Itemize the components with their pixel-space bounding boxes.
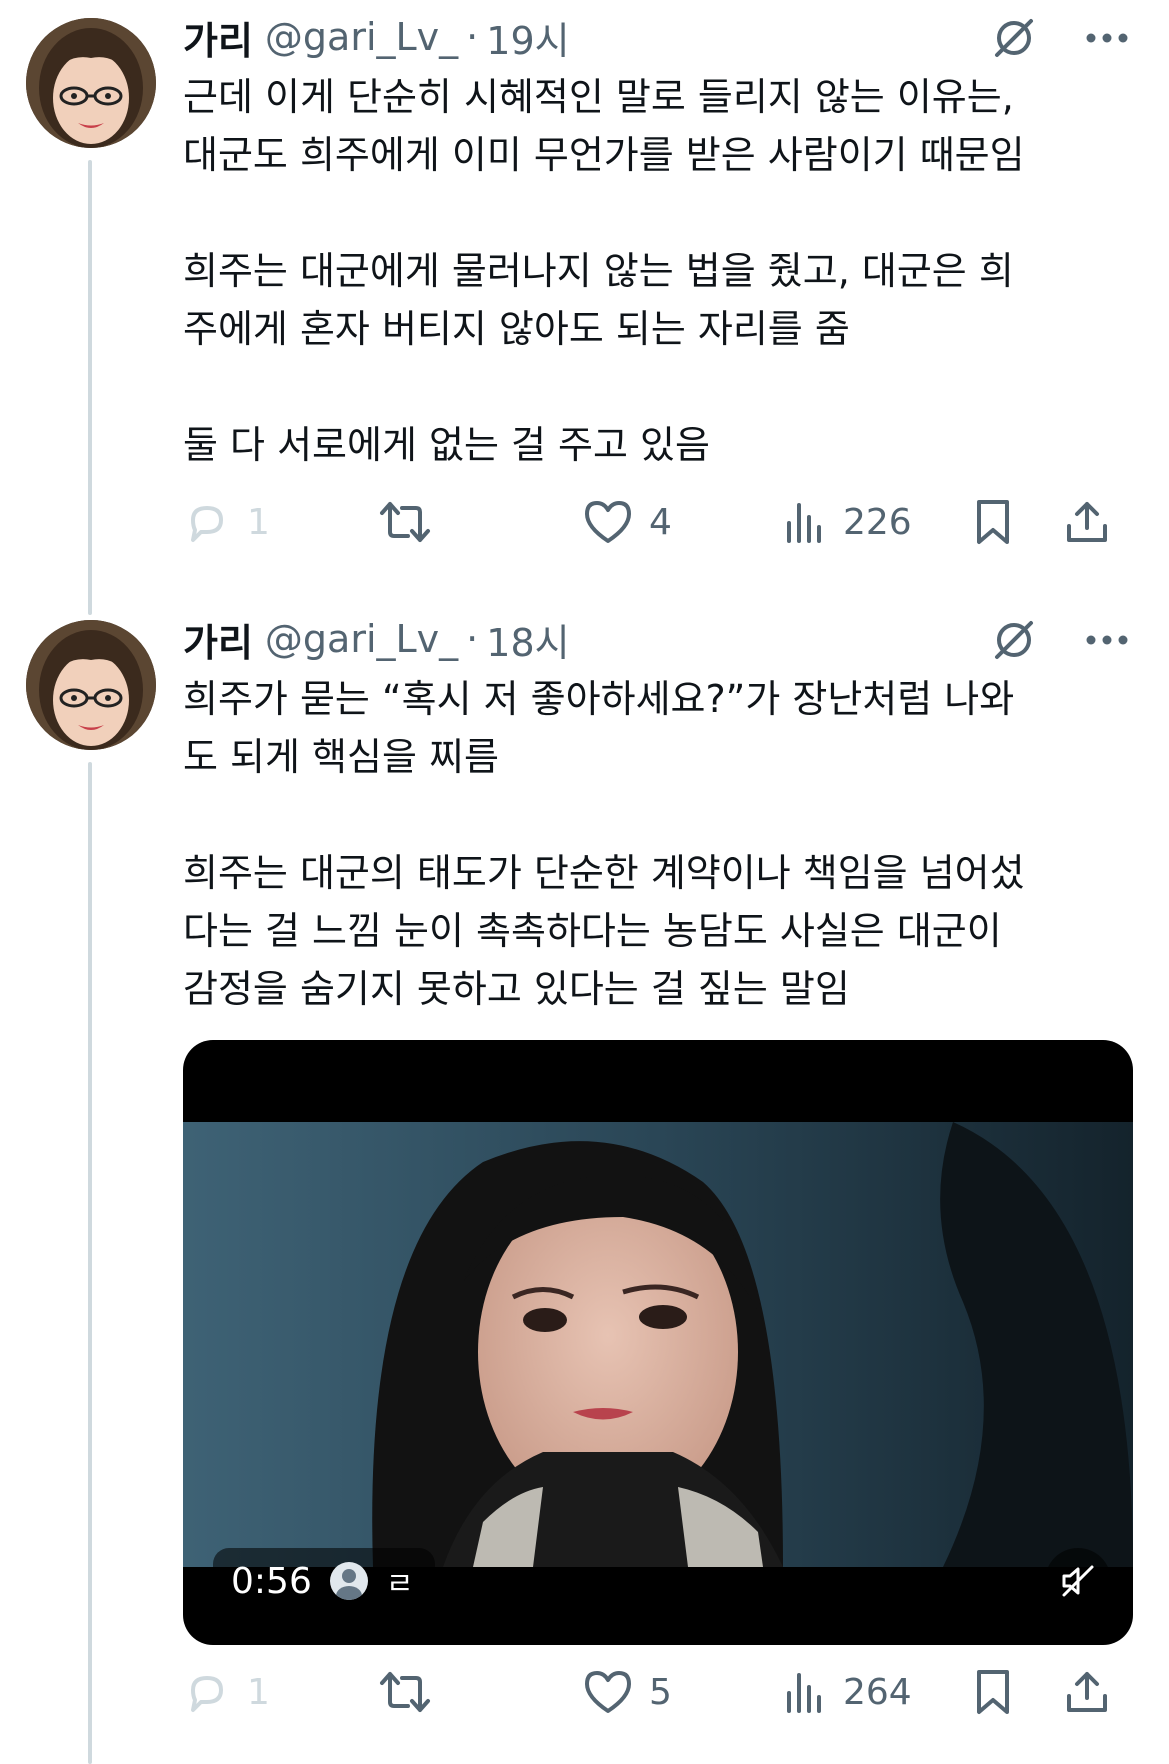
reply-icon bbox=[191, 1676, 223, 1712]
bookmark-icon bbox=[977, 500, 1009, 544]
timestamp[interactable]: 19시 bbox=[486, 10, 569, 65]
avatar[interactable] bbox=[26, 18, 156, 148]
view-count: 264 bbox=[843, 1671, 912, 1713]
share-button[interactable] bbox=[1063, 492, 1111, 552]
thread-line bbox=[88, 762, 92, 1764]
share-icon bbox=[1067, 1672, 1107, 1712]
grok-icon[interactable] bbox=[991, 15, 1037, 61]
reply-count: 1 bbox=[247, 1671, 270, 1713]
user-icon bbox=[329, 1562, 368, 1600]
like-button[interactable]: 4 bbox=[583, 492, 672, 552]
author-name[interactable]: 가리 bbox=[183, 10, 253, 65]
mute-button[interactable] bbox=[1045, 1548, 1111, 1614]
author-handle[interactable]: @gari_Lv_ bbox=[265, 15, 458, 59]
views-button[interactable]: 226 bbox=[783, 492, 912, 552]
retweet-icon bbox=[380, 502, 430, 542]
retweet-icon bbox=[380, 1672, 430, 1712]
views-icon bbox=[787, 503, 821, 543]
like-button[interactable]: 5 bbox=[583, 1662, 672, 1722]
retweet-button[interactable] bbox=[378, 492, 448, 552]
avatar[interactable] bbox=[26, 620, 156, 750]
video-duration: 0:56 bbox=[231, 1560, 312, 1602]
grok-icon[interactable] bbox=[991, 617, 1037, 663]
reply-count: 1 bbox=[247, 501, 270, 543]
tweet-text: 희주가 묻는 “혹시 저 좋아하세요?”가 장난처럼 나와 도 되게 핵심을 찌… bbox=[183, 677, 1025, 1011]
video-frame bbox=[183, 1122, 1133, 1567]
views-icon bbox=[787, 1673, 821, 1713]
more-icon[interactable] bbox=[1085, 32, 1129, 44]
retweet-button[interactable] bbox=[378, 1662, 448, 1722]
bookmark-icon bbox=[977, 1670, 1009, 1714]
like-count: 4 bbox=[649, 501, 672, 543]
timestamp[interactable]: 18시 bbox=[486, 612, 569, 667]
mute-icon bbox=[1062, 1565, 1094, 1597]
thread-line bbox=[88, 160, 92, 615]
author-handle[interactable]: @gari_Lv_ bbox=[265, 617, 458, 661]
like-icon bbox=[585, 1671, 631, 1713]
reply-button[interactable]: 1 bbox=[183, 1662, 270, 1722]
bookmark-button[interactable] bbox=[973, 492, 1013, 552]
separator: · bbox=[466, 15, 479, 59]
video-player[interactable]: 0:56 ㄹ bbox=[183, 1040, 1133, 1645]
tweet-header: 가리 @gari_Lv_ · 18시 bbox=[183, 612, 570, 667]
more-icon[interactable] bbox=[1085, 634, 1129, 646]
views-button[interactable]: 264 bbox=[783, 1662, 912, 1722]
like-count: 5 bbox=[649, 1671, 672, 1713]
like-icon bbox=[585, 501, 631, 543]
reply-button[interactable]: 1 bbox=[183, 492, 270, 552]
video-overlay: 0:56 ㄹ bbox=[213, 1548, 436, 1614]
video-badge-text: ㄹ bbox=[385, 1567, 414, 1602]
reply-icon bbox=[191, 506, 223, 542]
tweet-text: 근데 이게 단순히 시혜적인 말로 들리지 않는 이유는, 대군도 희주에게 이… bbox=[183, 75, 1025, 467]
separator: · bbox=[466, 617, 479, 661]
tweet-header: 가리 @gari_Lv_ · 19시 bbox=[183, 10, 570, 65]
tweet-top-icons bbox=[991, 617, 1129, 663]
author-name[interactable]: 가리 bbox=[183, 612, 253, 667]
tweet-top-icons bbox=[991, 15, 1129, 61]
view-count: 226 bbox=[843, 501, 912, 543]
bookmark-button[interactable] bbox=[973, 1662, 1013, 1722]
tweet-actions: 1 4 226 bbox=[183, 492, 1133, 552]
tweet-actions: 1 5 264 bbox=[183, 1662, 1133, 1722]
share-button[interactable] bbox=[1063, 1662, 1111, 1722]
share-icon bbox=[1067, 502, 1107, 542]
